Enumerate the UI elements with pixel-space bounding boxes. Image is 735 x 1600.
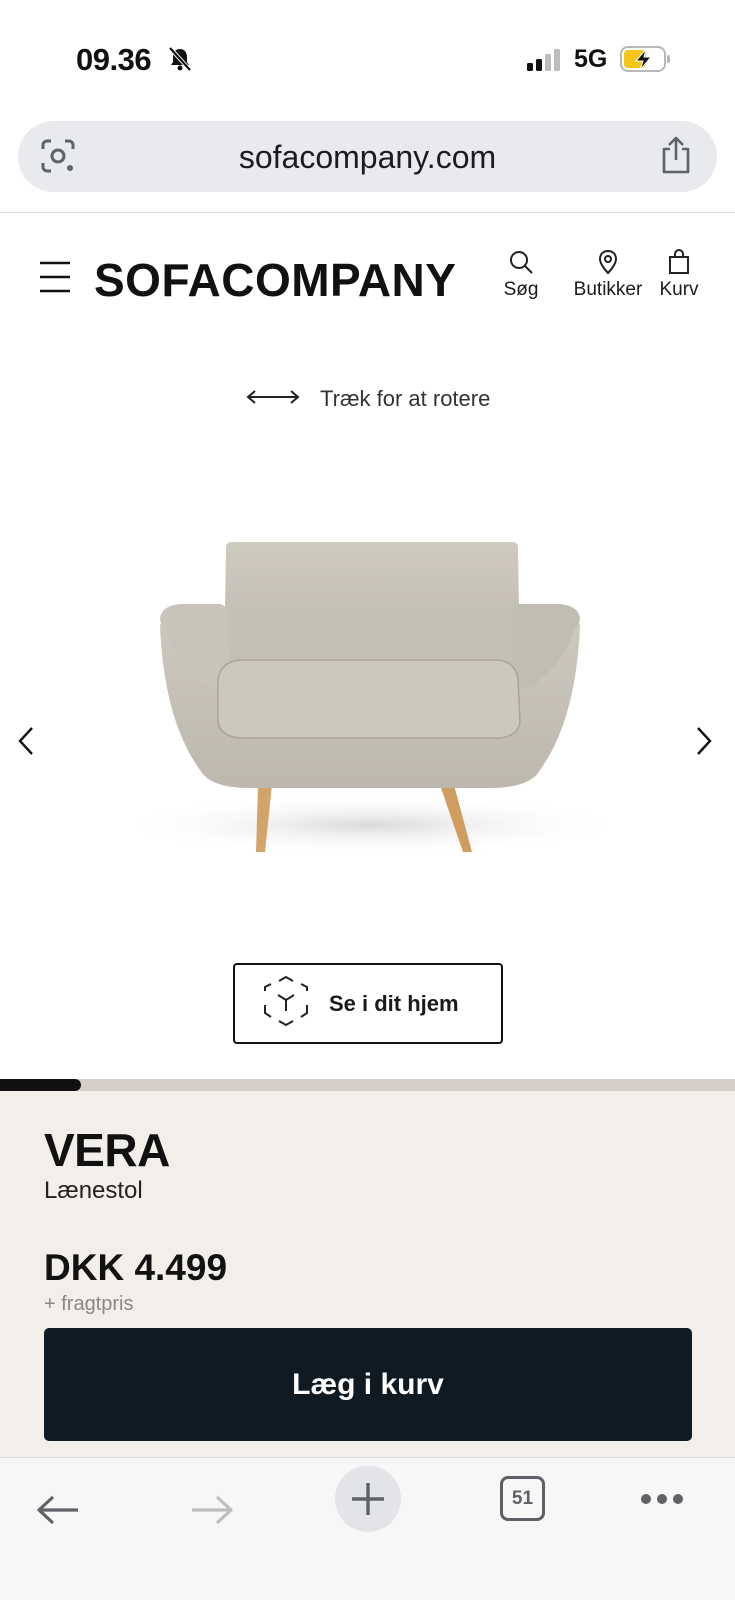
product-price: DKK 4.499 [44,1247,228,1288]
more-options-icon[interactable] [640,1492,684,1511]
site-logo[interactable]: SOFACOMPANY [94,253,456,307]
view-in-room-label: Se i dit hjem [329,990,459,1016]
hamburger-menu-icon[interactable] [40,261,70,298]
gallery-progress-fill [0,1079,81,1091]
forward-arrow-icon[interactable] [190,1494,234,1531]
product-category: Lænestol [44,1177,143,1204]
site-header: SOFACOMPANY Søg Butikker Kurv [0,213,735,343]
cart-label: Kurv [659,279,699,300]
product-info-panel: VERA Lænestol DKK 4.499 + fragtpris Læg … [0,1091,735,1457]
product-image[interactable] [100,520,640,880]
gallery-progress-bar [0,1079,735,1091]
shopping-bag-icon [654,249,704,275]
map-pin-icon [558,249,658,275]
freight-note: + fragtpris [44,1293,134,1315]
status-time: 09.36 [76,42,152,77]
search-icon [500,249,542,275]
battery-charging-icon [620,46,672,77]
rotate-hint: Træk for at rotere [246,384,490,414]
chevron-left-icon[interactable] [16,726,36,761]
add-to-cart-button[interactable]: Læg i kurv [44,1328,692,1441]
back-arrow-icon[interactable] [36,1494,80,1531]
double-arrow-icon [246,389,300,410]
network-label: 5G [574,45,608,73]
signal-icon [527,49,563,76]
chevron-right-icon[interactable] [694,726,714,761]
share-icon[interactable] [659,135,693,180]
search-label: Søg [503,279,539,300]
rotate-hint-text: Træk for at rotere [320,386,491,411]
new-tab-button[interactable] [335,1466,401,1532]
search-button[interactable]: Søg [500,249,542,301]
stores-button[interactable]: Butikker [558,249,658,301]
tab-switcher-button[interactable]: 51 [500,1476,545,1521]
bell-slash-icon [168,46,192,77]
stores-label: Butikker [573,279,643,300]
plus-icon [352,1483,384,1515]
cart-button[interactable]: Kurv [654,249,704,301]
browser-toolbar: 51 [0,1457,735,1600]
status-bar: 09.36 5G [0,0,735,112]
ar-cube-icon [261,975,311,1032]
product-name: VERA [44,1124,170,1176]
view-in-room-button[interactable]: Se i dit hjem [233,963,503,1044]
address-bar[interactable]: sofacompany.com [18,121,717,192]
url-text[interactable]: sofacompany.com [18,139,717,176]
